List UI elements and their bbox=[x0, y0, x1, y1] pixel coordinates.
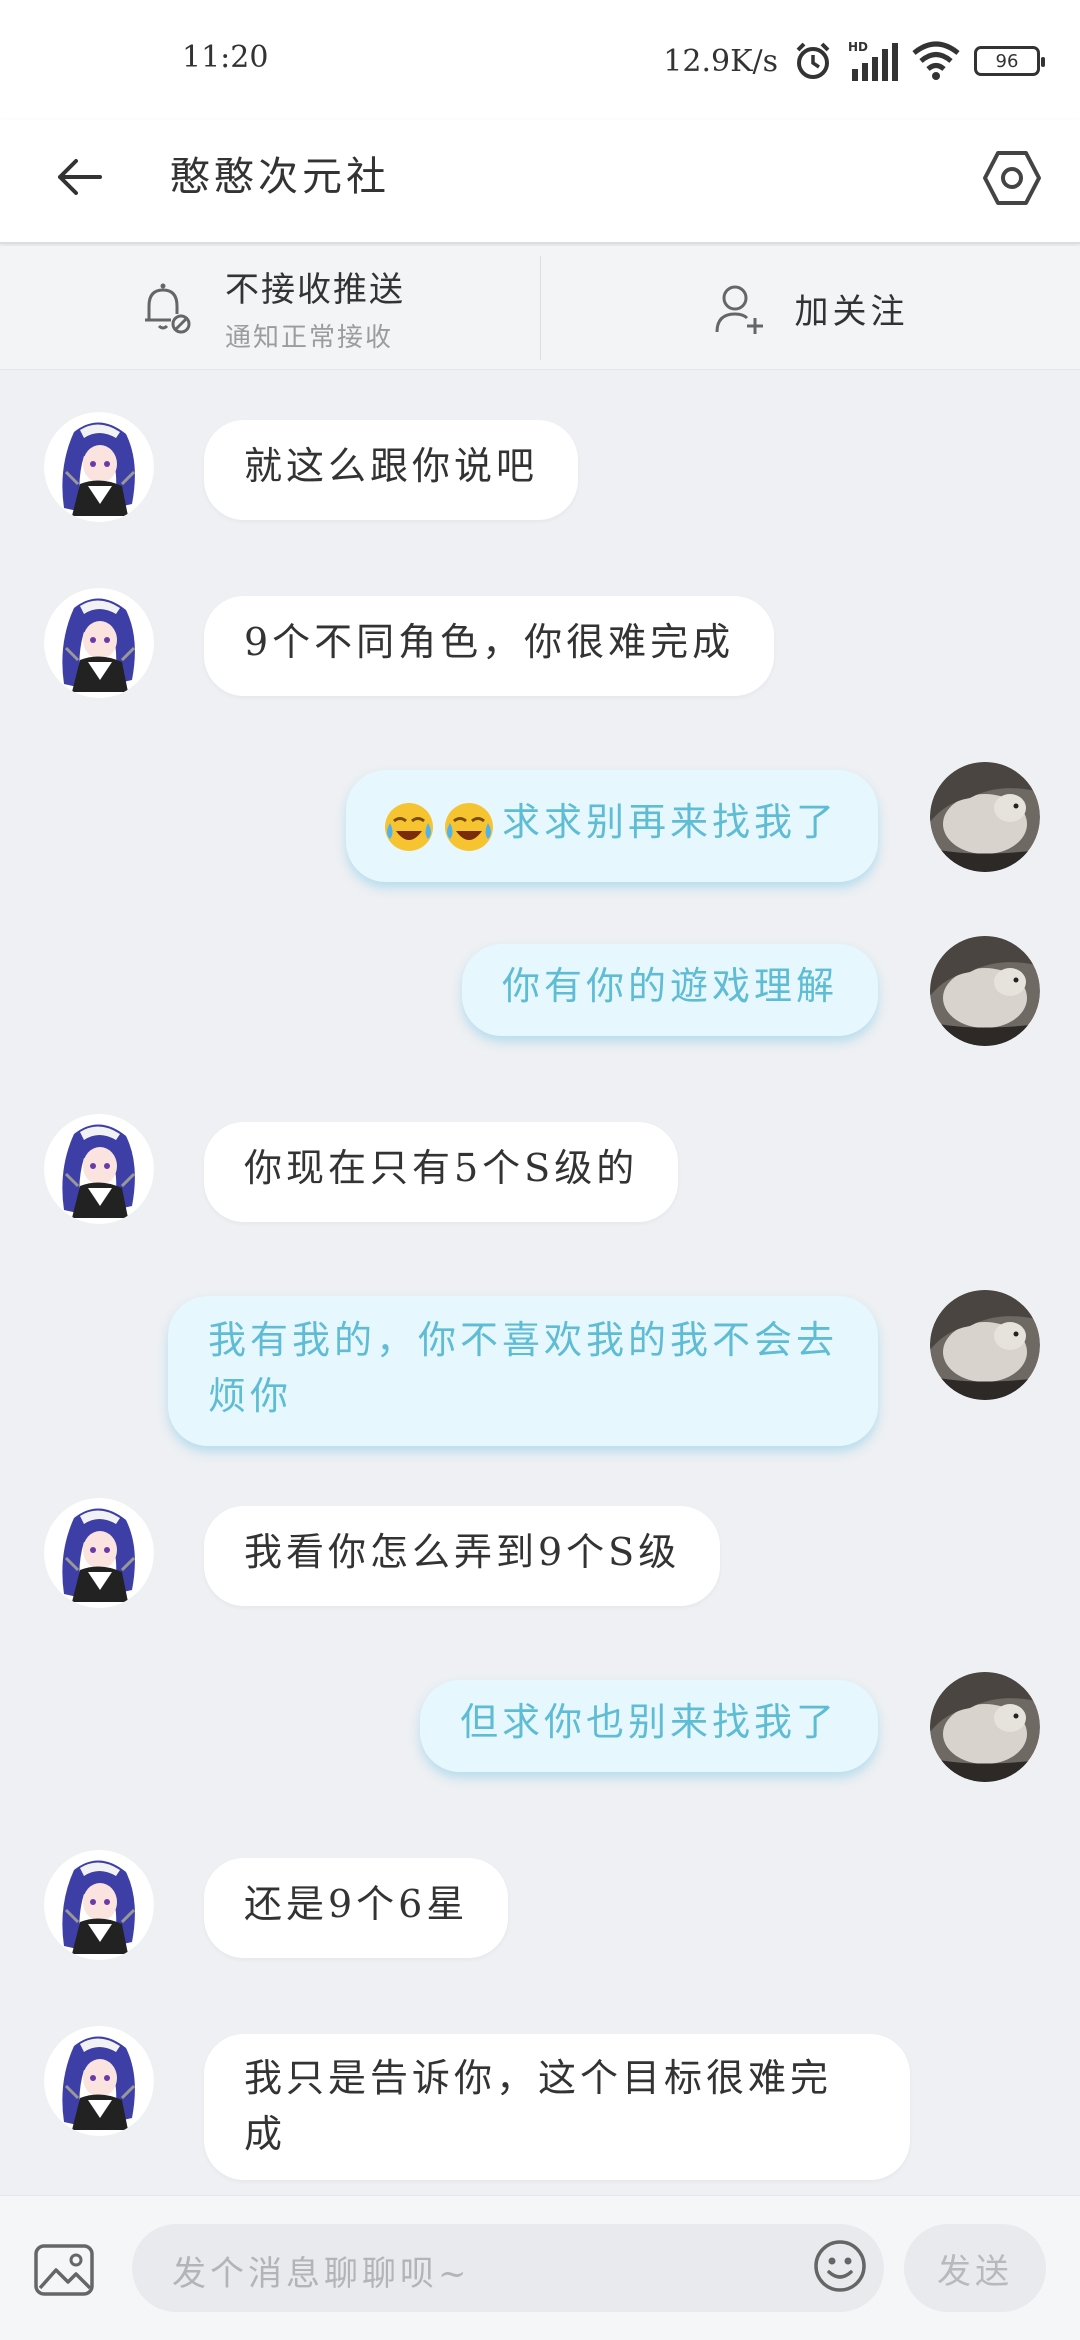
follow-button[interactable]: 加关注 bbox=[541, 246, 1080, 370]
hd-signal-icon: HD bbox=[848, 40, 898, 81]
contact-avatar[interactable] bbox=[44, 1850, 154, 1960]
hexagon-settings-icon bbox=[983, 151, 1041, 205]
image-icon[interactable] bbox=[32, 2238, 96, 2302]
incoming-message[interactable]: 我只是告诉你，这个目标很难完成 bbox=[204, 2034, 910, 2180]
incoming-message[interactable]: 还是9个6星 bbox=[204, 1858, 509, 1958]
svg-text:HD: HD bbox=[848, 40, 868, 54]
contact-avatar[interactable] bbox=[44, 1498, 154, 1608]
contact-avatar[interactable] bbox=[44, 1114, 154, 1224]
follow-label: 加关注 bbox=[794, 291, 909, 332]
my-avatar[interactable] bbox=[930, 1672, 1040, 1782]
back-button[interactable] bbox=[44, 142, 114, 212]
incoming-message[interactable]: 你现在只有5个S级的 bbox=[204, 1122, 679, 1222]
contact-avatar[interactable] bbox=[44, 588, 154, 698]
laughing-crying-emoji bbox=[382, 799, 436, 853]
action-bar: 不接收推送 通知正常接收 加关注 bbox=[0, 246, 1080, 370]
incoming-message[interactable]: 就这么跟你说吧 bbox=[204, 420, 579, 520]
contact-avatar[interactable] bbox=[44, 2026, 154, 2136]
my-avatar[interactable] bbox=[930, 936, 1040, 1046]
network-speed: 12.9K/s bbox=[663, 43, 778, 79]
status-time: 11:20 bbox=[182, 40, 269, 75]
notification-label: 不接收推送 bbox=[225, 270, 405, 310]
incoming-message[interactable]: 我看你怎么弄到9个S级 bbox=[204, 1506, 721, 1606]
outgoing-message-text: 求求别再来找我了 bbox=[501, 800, 838, 844]
status-indicators: 12.9K/s HD 96 bbox=[663, 36, 1045, 86]
arrow-left-icon bbox=[58, 159, 102, 195]
outgoing-message[interactable]: 我有我的，你不喜欢我的我不会去烦你 bbox=[168, 1296, 878, 1446]
settings-button[interactable] bbox=[972, 138, 1052, 218]
laughing-crying-emoji bbox=[442, 799, 496, 853]
message-list[interactable]: 就这么跟你说吧 9个不同角色，你很难完成 求求别再来找我了 你有你的遊戏理解 你… bbox=[0, 370, 1080, 2195]
emoji-icon[interactable] bbox=[812, 2238, 868, 2294]
chat-title: 憨憨次元社 bbox=[170, 154, 390, 200]
status-bar: 11:20 12.9K/s HD 96 bbox=[0, 0, 1080, 120]
message-input[interactable]: 发个消息聊聊呗~ bbox=[132, 2224, 884, 2312]
bell-muted-icon bbox=[145, 283, 191, 334]
chat-header: 憨憨次元社 bbox=[0, 120, 1080, 244]
battery-level: 96 bbox=[995, 50, 1019, 72]
notification-sublabel: 通知正常接收 bbox=[225, 323, 394, 353]
message-input-placeholder: 发个消息聊聊呗~ bbox=[172, 2254, 471, 2294]
outgoing-message[interactable]: 但求你也别来找我了 bbox=[419, 1680, 878, 1772]
wifi-icon bbox=[912, 41, 960, 80]
add-user-icon bbox=[715, 285, 763, 334]
input-bar: 发个消息聊聊呗~ 发送 bbox=[0, 2195, 1080, 2340]
alarm-icon bbox=[796, 42, 830, 79]
outgoing-message[interactable]: 你有你的遊戏理解 bbox=[461, 944, 878, 1036]
outgoing-message[interactable]: 求求别再来找我了 bbox=[345, 770, 878, 882]
my-avatar[interactable] bbox=[930, 762, 1040, 872]
incoming-message[interactable]: 9个不同角色，你很难完成 bbox=[204, 596, 775, 696]
battery-icon: 96 bbox=[974, 46, 1045, 76]
contact-avatar[interactable] bbox=[44, 412, 154, 522]
send-button[interactable]: 发送 bbox=[904, 2224, 1046, 2312]
my-avatar[interactable] bbox=[930, 1290, 1040, 1400]
notification-setting[interactable]: 不接收推送 通知正常接收 bbox=[0, 246, 540, 370]
